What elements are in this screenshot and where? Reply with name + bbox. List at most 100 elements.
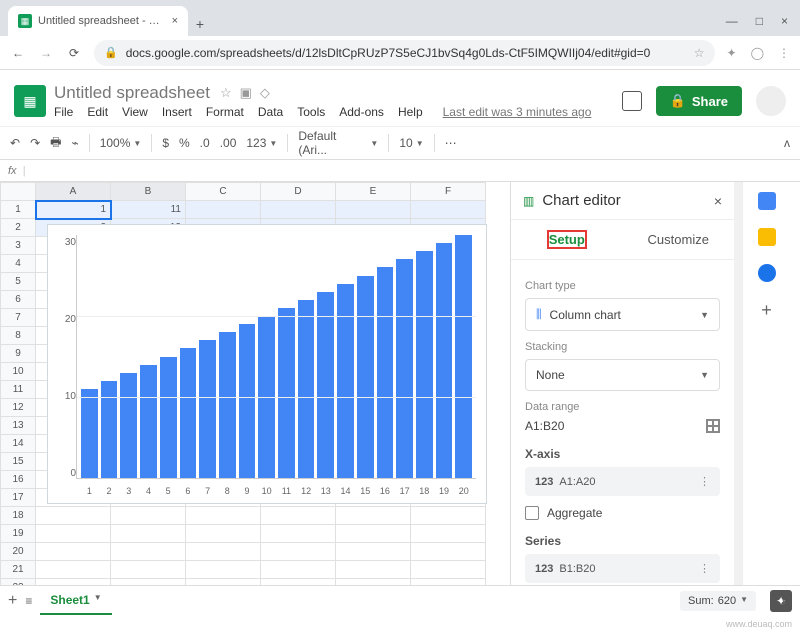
row-header[interactable]: 2 xyxy=(1,219,36,237)
zoom-dropdown[interactable]: 100%▼ xyxy=(100,136,142,150)
select-range-icon[interactable] xyxy=(706,419,720,433)
menu-format[interactable]: Format xyxy=(206,105,244,119)
comments-icon[interactable] xyxy=(622,91,642,111)
collapse-toolbar-icon[interactable]: ʌ xyxy=(784,136,790,150)
more-icon[interactable]: ⋮ xyxy=(699,562,710,575)
star-doc-icon[interactable]: ☆ xyxy=(220,85,232,101)
share-button[interactable]: 🔒 Share xyxy=(656,86,742,116)
row-header[interactable]: 1 xyxy=(1,201,36,219)
cell[interactable]: 1 xyxy=(36,201,111,219)
xaxis-chip[interactable]: 123 A1:A20 ⋮ xyxy=(525,467,720,496)
reload-icon[interactable]: ⟳ xyxy=(66,46,82,60)
editor-scrollbar[interactable] xyxy=(734,182,742,608)
forward-icon[interactable]: → xyxy=(38,46,54,60)
browser-tab[interactable]: ▦ Untitled spreadsheet - Google S × xyxy=(8,6,188,36)
close-editor-icon[interactable]: × xyxy=(714,193,722,209)
quicksum-display[interactable]: Sum:620▼ xyxy=(680,591,756,611)
col-header-e[interactable]: E xyxy=(336,183,411,201)
more-icon[interactable]: ⋮ xyxy=(699,475,710,488)
more-toolbar-icon[interactable]: ⋯ xyxy=(445,136,457,150)
col-header-f[interactable]: F xyxy=(411,183,486,201)
checkbox-icon[interactable] xyxy=(525,506,539,520)
menu-data[interactable]: Data xyxy=(258,105,283,119)
col-header-c[interactable]: C xyxy=(186,183,261,201)
col-header-b[interactable]: B xyxy=(111,183,186,201)
move-icon[interactable]: ▣ xyxy=(240,85,252,101)
cloud-icon[interactable]: ◇ xyxy=(260,85,270,101)
chart-x-axis: 1234567891011121314151617181920 xyxy=(77,486,476,496)
col-header-a[interactable]: A xyxy=(36,183,111,201)
add-addon-icon[interactable]: + xyxy=(761,300,772,321)
tasks-icon[interactable] xyxy=(758,264,776,282)
percent-icon[interactable]: % xyxy=(179,136,190,150)
chart-bar xyxy=(455,235,472,478)
calendar-icon[interactable] xyxy=(758,192,776,210)
data-range-value[interactable]: A1:B20 xyxy=(525,419,564,433)
cell[interactable]: 11 xyxy=(111,201,186,219)
formula-bar[interactable]: fx | xyxy=(0,160,800,182)
sheet-tab[interactable]: Sheet1▼ xyxy=(40,587,111,615)
chart-bar xyxy=(180,348,197,478)
extensions-icon[interactable]: ✦ xyxy=(727,46,737,60)
dec-increase-icon[interactable]: .00 xyxy=(220,136,237,150)
fontsize-dropdown[interactable]: 10▼ xyxy=(399,136,423,150)
font-dropdown[interactable]: Default (Ari...▼ xyxy=(298,129,378,157)
sheets-logo[interactable]: ▦ xyxy=(14,85,46,117)
chart-bar xyxy=(101,381,118,478)
chart-type-select[interactable]: ⫼ Column chart ▼ xyxy=(525,298,720,331)
add-sheet-icon[interactable]: + xyxy=(8,592,17,610)
tab-customize[interactable]: Customize xyxy=(623,220,735,259)
series-chip[interactable]: 123 B1:B20 ⋮ xyxy=(525,554,720,583)
menu-tools[interactable]: Tools xyxy=(297,105,325,119)
tab-setup[interactable]: Setup xyxy=(511,220,623,259)
show-side-panel-icon[interactable]: › xyxy=(781,593,786,609)
menu-file[interactable]: File xyxy=(54,105,73,119)
number-format-dropdown[interactable]: 123▼ xyxy=(246,136,277,150)
menu-insert[interactable]: Insert xyxy=(162,105,192,119)
menu-addons[interactable]: Add-ons xyxy=(339,105,384,119)
minimize-icon[interactable]: — xyxy=(726,14,738,28)
address-bar: ← → ⟳ 🔒 docs.google.com/spreadsheets/d/1… xyxy=(0,36,800,70)
col-header-d[interactable]: D xyxy=(261,183,336,201)
currency-icon[interactable]: $ xyxy=(162,136,169,150)
stacking-label: Stacking xyxy=(525,341,720,353)
close-tab-icon[interactable]: × xyxy=(172,15,178,27)
menu-edit[interactable]: Edit xyxy=(87,105,108,119)
undo-icon[interactable]: ↶ xyxy=(10,136,20,150)
chart-bar xyxy=(436,243,453,478)
spreadsheet-grid[interactable]: A B C D E F 1111 2212 3 4 5 6 7 8 9 10 1… xyxy=(0,182,510,608)
stacking-select[interactable]: None ▼ xyxy=(525,359,720,391)
paint-format-icon[interactable]: ⌁ xyxy=(71,136,78,150)
star-icon[interactable]: ☆ xyxy=(694,46,705,60)
back-icon[interactable]: ← xyxy=(10,46,26,60)
dec-decrease-icon[interactable]: .0 xyxy=(200,136,210,150)
embedded-chart[interactable]: 30 20 10 0 12345678910111213141516171819… xyxy=(47,224,487,504)
print-icon[interactable]: 🖶 xyxy=(50,133,61,154)
chart-editor-sidebar: ▥ Chart editor × Setup Customize Chart t… xyxy=(510,182,734,608)
last-edit-info[interactable]: Last edit was 3 minutes ago xyxy=(443,105,592,119)
chart-y-axis: 30 20 10 0 xyxy=(54,235,76,499)
document-title[interactable]: Untitled spreadsheet xyxy=(54,83,210,103)
url-text: docs.google.com/spreadsheets/d/12lsDltCp… xyxy=(126,46,651,60)
watermark: www.deuaq.com xyxy=(726,619,792,629)
aggregate-checkbox[interactable]: Aggregate xyxy=(525,506,720,520)
maximize-icon[interactable]: □ xyxy=(756,14,763,28)
url-input[interactable]: 🔒 docs.google.com/spreadsheets/d/12lsDlt… xyxy=(94,40,715,66)
profile-icon[interactable]: ◯ xyxy=(751,46,764,60)
xaxis-label: X-axis xyxy=(525,447,720,461)
all-sheets-icon[interactable]: ≡ xyxy=(25,594,32,608)
menu-view[interactable]: View xyxy=(122,105,148,119)
close-window-icon[interactable]: × xyxy=(781,14,788,28)
redo-icon[interactable]: ↷ xyxy=(30,136,40,150)
chart-bar xyxy=(298,300,315,478)
chart-bar xyxy=(357,276,374,479)
chart-bar xyxy=(160,357,177,479)
menu-help[interactable]: Help xyxy=(398,105,423,119)
chart-bar xyxy=(140,365,157,478)
chart-bar xyxy=(317,292,334,478)
chart-bar xyxy=(199,340,216,478)
new-tab-button[interactable]: + xyxy=(188,16,212,36)
account-avatar[interactable] xyxy=(756,86,786,116)
keep-icon[interactable] xyxy=(758,228,776,246)
menu-icon[interactable]: ⋮ xyxy=(778,46,790,60)
